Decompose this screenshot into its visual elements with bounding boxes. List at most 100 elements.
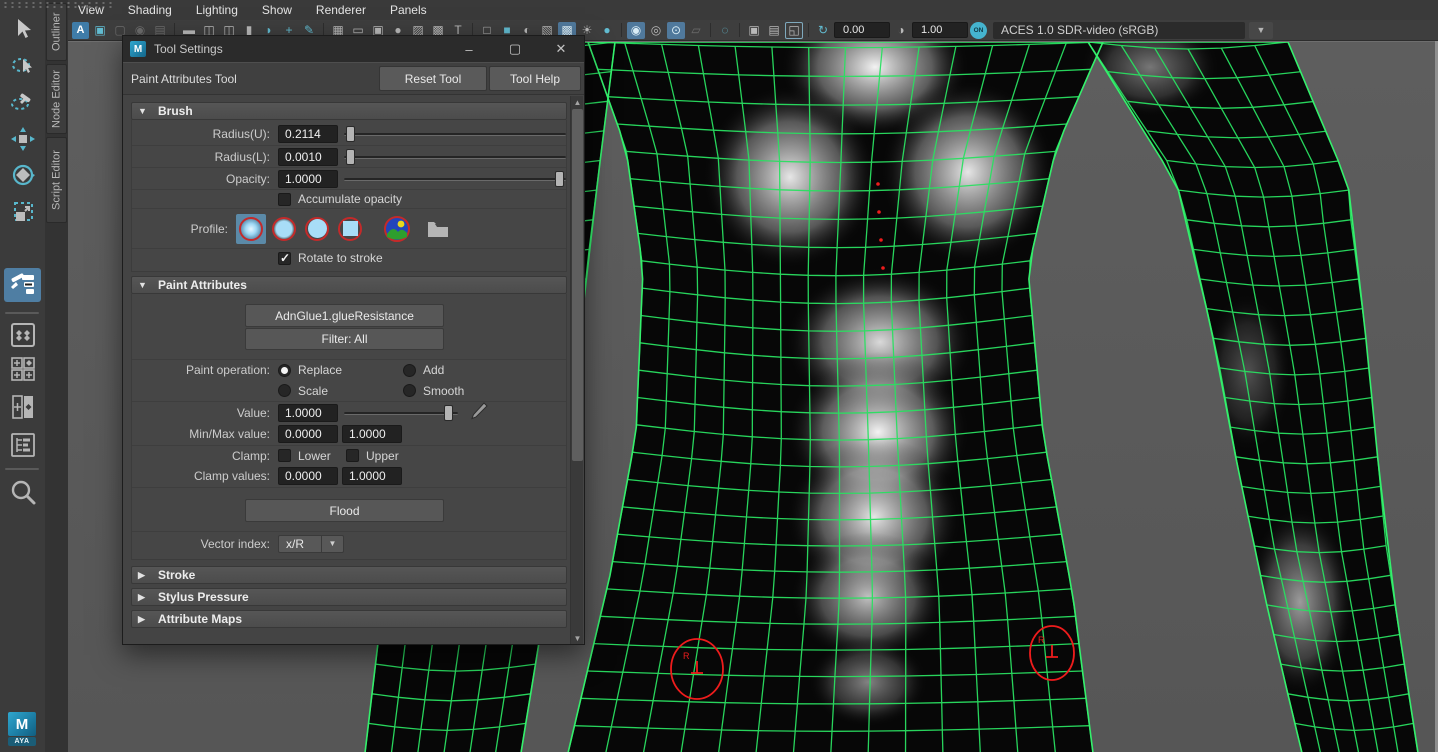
filter-button[interactable]: Filter: All — [245, 328, 444, 350]
max-value-field[interactable]: 1.0000 — [342, 425, 402, 443]
tab-node-editor[interactable]: Node Editor — [46, 64, 67, 134]
opacity-label: Opacity: — [132, 172, 278, 186]
accumulate-opacity-checkbox[interactable] — [278, 193, 291, 206]
menu-shading[interactable]: Shading — [128, 3, 172, 17]
scroll-up-icon[interactable]: ▲ — [571, 96, 584, 108]
browse-folder-icon[interactable] — [423, 214, 453, 244]
clamp-min-field[interactable]: 0.0000 — [278, 467, 338, 485]
colorspace-dropdown[interactable]: ACES 1.0 SDR-video (sRGB) — [993, 22, 1245, 39]
tool-help-button[interactable]: Tool Help — [489, 66, 581, 91]
accumulate-opacity-label: Accumulate opacity — [298, 192, 402, 206]
opacity-slider[interactable] — [344, 171, 566, 187]
ambient-occlusion-icon[interactable]: ⊙ — [667, 22, 685, 39]
opacity-row: Opacity: 1.0000 — [132, 167, 566, 189]
menu-renderer[interactable]: Renderer — [316, 3, 366, 17]
profile-soft-button[interactable] — [269, 214, 299, 244]
add-wrap-icon[interactable] — [4, 352, 41, 386]
annotate-icon[interactable]: A — [72, 22, 89, 39]
tab-script-editor[interactable]: Script Editor — [46, 137, 67, 223]
radius-u-slider[interactable] — [344, 126, 566, 142]
clamp-max-field[interactable]: 1.0000 — [342, 467, 402, 485]
rotate-to-stroke-checkbox[interactable] — [278, 252, 291, 265]
plugin-select-icon[interactable]: ◌ — [716, 22, 734, 39]
section-stroke-header[interactable]: ▶ Stroke — [131, 566, 567, 584]
select-highlight-icon[interactable]: ▣ — [91, 22, 109, 39]
profile-image-button[interactable] — [382, 214, 412, 244]
default-light-icon[interactable]: ● — [598, 22, 616, 39]
paint-select-tool[interactable] — [4, 84, 41, 118]
section-brush-header[interactable]: ▼ Brush — [131, 102, 567, 120]
paint-panel-icon[interactable] — [4, 390, 41, 424]
lasso-select-tool[interactable] — [4, 48, 41, 82]
radius-l-field[interactable]: 0.0010 — [278, 148, 338, 166]
refresh-exposure-icon[interactable]: ↻ — [814, 22, 832, 39]
profile-gaussian-button[interactable] — [236, 214, 266, 244]
radius-u-label: Radius(U): — [132, 127, 278, 141]
scrollbar-thumb[interactable] — [572, 109, 583, 461]
rotate-to-stroke-row: Rotate to stroke — [132, 248, 566, 267]
vector-index-dropdown[interactable]: x/R — [278, 535, 322, 553]
radio-add[interactable] — [403, 364, 416, 377]
radius-l-label: Radius(L): — [132, 150, 278, 164]
radio-scale[interactable] — [278, 384, 291, 397]
radio-replace[interactable] — [278, 364, 291, 377]
minimize-button[interactable]: – — [446, 36, 492, 62]
radius-l-slider[interactable] — [344, 149, 566, 165]
maya-logo: M AYA — [8, 712, 38, 746]
menu-show[interactable]: Show — [262, 3, 292, 17]
scale-tool[interactable] — [4, 195, 41, 229]
profile-row: Profile: — [132, 208, 566, 248]
select-tool[interactable] — [4, 12, 41, 46]
chevron-down-icon: ▼ — [138, 280, 148, 290]
clamp-upper-checkbox[interactable] — [346, 449, 359, 462]
paint-operation-label: Paint operation: — [132, 363, 278, 377]
zoom-search-icon[interactable] — [4, 476, 41, 510]
attribute-target-button[interactable]: AdnGlue1.glueResistance — [245, 304, 444, 327]
minmax-row: Min/Max value: 0.0000 1.0000 — [132, 423, 566, 445]
min-value-field[interactable]: 0.0000 — [278, 425, 338, 443]
reset-tool-button[interactable]: Reset Tool — [379, 66, 487, 91]
gamma-field[interactable]: 1.00 — [912, 22, 968, 38]
copy-icon[interactable]: ▣ — [745, 22, 763, 39]
maximize-button[interactable]: ▢ — [492, 36, 538, 62]
colorspace-dropdown-arrow[interactable]: ▼ — [1249, 22, 1273, 39]
exposure-field[interactable]: 0.00 — [834, 22, 890, 38]
gamma-icon[interactable]: ◑ — [892, 22, 910, 39]
use-default-material-icon[interactable]: ◉ — [627, 22, 645, 39]
value-label: Value: — [132, 406, 278, 420]
colormanagement-on-badge[interactable]: ON — [970, 22, 987, 39]
menu-lighting[interactable]: Lighting — [196, 3, 238, 17]
clamp-lower-checkbox[interactable] — [278, 449, 291, 462]
profile-solid-button[interactable] — [302, 214, 332, 244]
scroll-down-icon[interactable]: ▼ — [571, 632, 584, 644]
profile-square-button[interactable] — [335, 214, 365, 244]
opacity-field[interactable]: 1.0000 — [278, 170, 338, 188]
radio-replace-label: Replace — [298, 363, 403, 377]
radio-smooth[interactable] — [403, 384, 416, 397]
close-button[interactable]: ✕ — [538, 36, 584, 62]
move-tool[interactable] — [4, 122, 41, 156]
menu-panels[interactable]: Panels — [390, 3, 427, 17]
motion-blur-icon[interactable]: ▱ — [687, 22, 705, 39]
value-field[interactable]: 1.0000 — [278, 404, 338, 422]
section-stylus-header[interactable]: ▶ Stylus Pressure — [131, 588, 567, 606]
attribute-list-icon[interactable] — [4, 428, 41, 462]
paste-icon[interactable]: ▤ — [765, 22, 783, 39]
value-slider[interactable] — [344, 405, 458, 421]
toolbox-drag-handle[interactable] — [2, 1, 112, 8]
vector-index-dropdown-arrow[interactable]: ▼ — [322, 535, 344, 553]
paint-attributes-tool-active[interactable] — [4, 268, 41, 302]
isolate-select-icon[interactable]: ◱ — [785, 22, 803, 39]
chevron-right-icon: ▶ — [138, 614, 148, 625]
tool-settings-titlebar[interactable]: M Tool Settings – ▢ ✕ — [123, 36, 584, 62]
radius-u-field[interactable]: 0.2114 — [278, 125, 338, 143]
rotate-tool[interactable] — [4, 158, 41, 192]
section-attribute-maps-header[interactable]: ▶ Attribute Maps — [131, 610, 567, 628]
tab-outliner[interactable]: Outliner — [46, 3, 67, 61]
symmetry-icon[interactable] — [4, 318, 41, 352]
pen-pick-icon[interactable] — [468, 401, 488, 424]
section-paint-attributes-header[interactable]: ▼ Paint Attributes — [131, 276, 567, 294]
shadows-icon[interactable]: ◎ — [647, 22, 665, 39]
flood-button[interactable]: Flood — [245, 499, 444, 522]
tool-settings-scrollbar[interactable]: ▲ ▼ — [570, 96, 583, 644]
